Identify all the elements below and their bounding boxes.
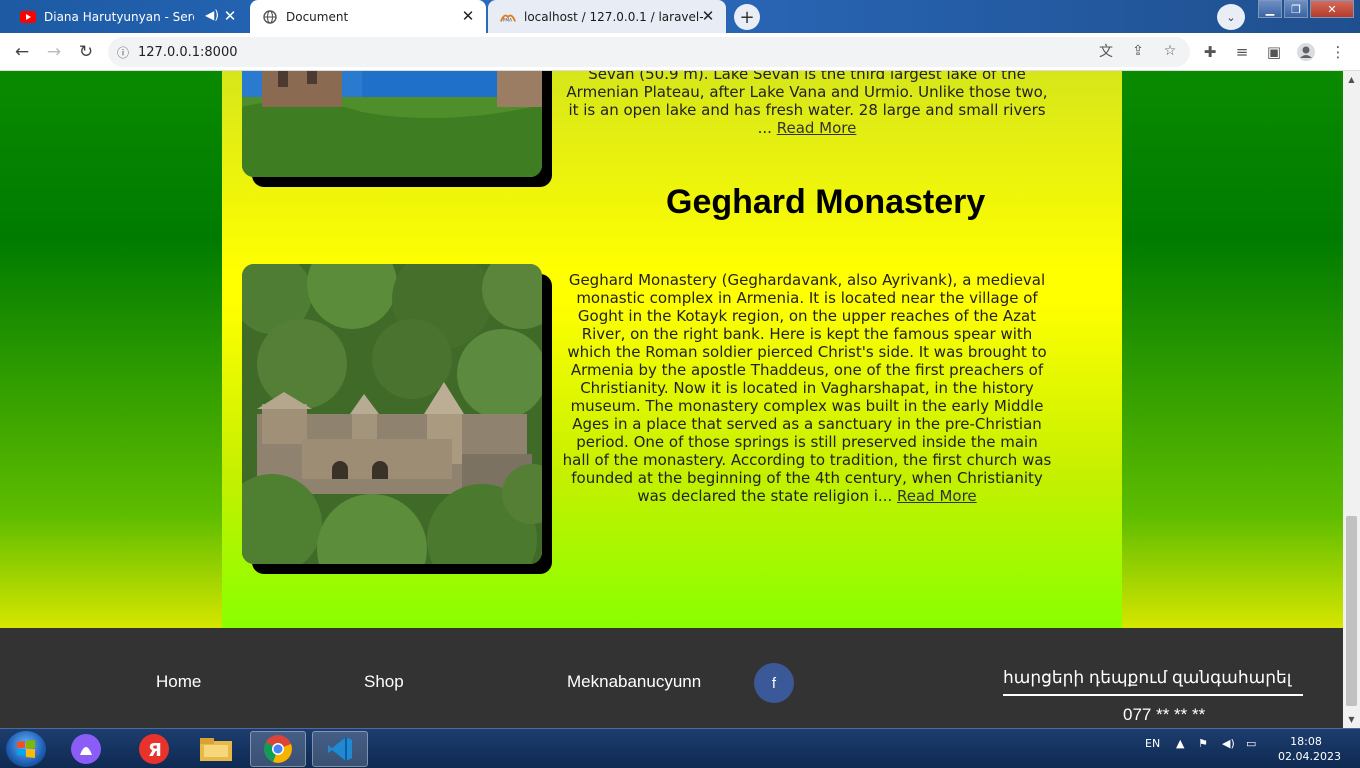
windows-taskbar: Я EN ▲ ⚑ ◀) ▭ 18:08 02.04.2023: [0, 728, 1360, 768]
bookmark-star-icon[interactable]: ☆: [1160, 41, 1180, 61]
phone-number: 077 ** ** **: [1123, 705, 1206, 724]
show-hidden-icons-icon[interactable]: ▲: [1176, 737, 1184, 750]
close-window-button[interactable]: ✕: [1310, 0, 1354, 18]
read-more-link[interactable]: Read More: [897, 487, 977, 505]
facebook-icon[interactable]: f: [754, 663, 794, 703]
volume-icon[interactable]: ◀): [1222, 737, 1235, 750]
back-arrow-icon[interactable]: ←: [10, 41, 34, 63]
footer-link-shop[interactable]: Shop: [364, 672, 404, 692]
close-tab-icon[interactable]: ✕: [222, 8, 238, 24]
svg-text:PMA: PMA: [503, 17, 513, 23]
footer-link-home[interactable]: Home: [156, 672, 201, 692]
close-tab-icon[interactable]: ✕: [700, 8, 716, 24]
restore-button[interactable]: ❐: [1284, 0, 1308, 18]
page-right-background: [1122, 71, 1343, 628]
profile-icon[interactable]: [1295, 41, 1317, 63]
scroll-thumb[interactable]: [1346, 516, 1357, 706]
side-panel-icon[interactable]: ▣: [1263, 41, 1285, 63]
windows-logo-icon: [17, 740, 35, 758]
vscode-icon[interactable]: [312, 731, 368, 767]
page-viewport: Sevan (50.9 m). Lake Sevan is the third …: [0, 71, 1343, 728]
page-scrollbar[interactable]: ▲ ▼: [1343, 71, 1360, 728]
tab-phpmyadmin[interactable]: PMA localhost / 127.0.0.1 / laravel-9 / …: [488, 0, 726, 33]
scroll-down-arrow-icon[interactable]: ▼: [1343, 711, 1360, 728]
article-title: Geghard Monastery: [666, 183, 986, 221]
url-text: 127.0.0.1:8000: [138, 44, 238, 60]
article-excerpt: Geghard Monastery (Geghardavank, also Ay…: [562, 271, 1052, 505]
content-column: Sevan (50.9 m). Lake Sevan is the third …: [222, 71, 1122, 628]
read-more-link[interactable]: Read More: [777, 119, 857, 137]
chrome-icon[interactable]: [250, 731, 306, 767]
tab-label: Document: [286, 9, 349, 24]
forward-arrow-icon[interactable]: →: [42, 41, 66, 63]
language-indicator[interactable]: EN: [1145, 737, 1160, 750]
tab-search-button[interactable]: ⌄: [1217, 4, 1245, 30]
address-bar[interactable]: ⓘ 127.0.0.1:8000: [108, 37, 1190, 67]
translate-icon[interactable]: 文: [1096, 41, 1116, 61]
alice-icon[interactable]: [58, 731, 114, 767]
tab-label: localhost / 127.0.0.1 / laravel-9 /: [524, 9, 704, 24]
tab-youtube[interactable]: Diana Harutyunyan - Serd Sa ◀) ✕: [8, 0, 248, 33]
share-icon[interactable]: ⇪: [1128, 41, 1148, 61]
clock[interactable]: 18:08 02.04.2023: [1278, 734, 1341, 764]
contact-label: հարցերի դեպքում զանգահարել: [1003, 668, 1303, 696]
start-orb[interactable]: [6, 731, 46, 767]
close-tab-icon[interactable]: ✕: [460, 8, 476, 24]
lake-sevan-image: [242, 71, 542, 177]
clock-date: 02.04.2023: [1278, 750, 1341, 763]
yandex-icon[interactable]: Я: [126, 731, 182, 767]
window-controls: ▁ ❐ ✕: [1258, 0, 1354, 18]
network-icon[interactable]: ▭: [1246, 737, 1256, 750]
tab-label: Diana Harutyunyan - Serd Sa: [44, 9, 194, 24]
phpmyadmin-icon: PMA: [500, 9, 516, 25]
site-info-icon[interactable]: ⓘ: [108, 44, 138, 61]
minimize-button[interactable]: ▁: [1258, 0, 1282, 18]
page-left-background: [0, 71, 222, 628]
new-tab-button[interactable]: +: [734, 4, 760, 30]
geghard-monastery-image: [242, 264, 542, 564]
youtube-icon: [20, 9, 36, 25]
browser-toolbar: ← → ↻ ⓘ 127.0.0.1:8000 文 ⇪ ☆ ✚ ≡ ▣ ⋮: [0, 33, 1360, 71]
reload-icon[interactable]: ↻: [74, 41, 98, 63]
tab-document[interactable]: Document ✕: [250, 0, 486, 33]
speaker-icon[interactable]: ◀): [205, 8, 219, 22]
menu-kebab-icon[interactable]: ⋮: [1327, 41, 1349, 63]
site-footer: Home Shop Meknabanucyunn f հարցերի դեպքո…: [0, 628, 1343, 728]
browser-titlebar: Diana Harutyunyan - Serd Sa ◀) ✕ Documen…: [0, 0, 1360, 33]
explorer-icon[interactable]: [188, 731, 244, 767]
article-text: Geghard Monastery (Geghardavank, also Ay…: [562, 271, 1052, 505]
media-control-icon[interactable]: ≡: [1231, 41, 1253, 63]
globe-icon: [262, 9, 278, 25]
scroll-up-arrow-icon[interactable]: ▲: [1343, 71, 1360, 88]
chevron-down-icon: ⌄: [1226, 10, 1236, 24]
footer-link-meknabanucyunn[interactable]: Meknabanucyunn: [567, 672, 701, 692]
svg-text:Я: Я: [148, 740, 162, 761]
prev-article-text: Sevan (50.9 m). Lake Sevan is the third …: [562, 71, 1052, 137]
action-center-flag-icon[interactable]: ⚑: [1198, 737, 1208, 750]
extensions-icon[interactable]: ✚: [1199, 41, 1221, 63]
clock-time: 18:08: [1290, 735, 1322, 748]
